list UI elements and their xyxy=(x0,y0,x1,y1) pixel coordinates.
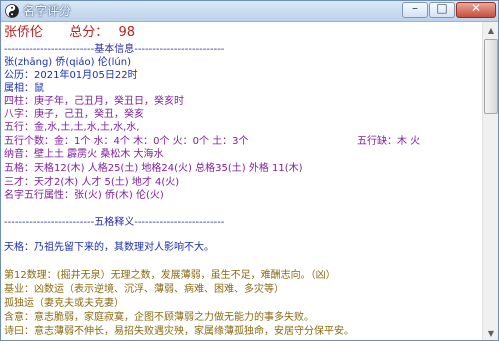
maximize-button[interactable]: □ xyxy=(429,1,455,18)
basis-line: 基业：凶数运（表示逆境、沉浮、薄弱、病难、困难、多灾等） xyxy=(4,284,284,295)
yin-yang-icon xyxy=(5,4,19,18)
close-button[interactable]: ✕ xyxy=(456,1,496,18)
basic-info-header: -------------------------基本信息-----------… xyxy=(4,44,225,55)
pinyin-line: 张(zhāng) 侨(qiáo) 伦(lún) xyxy=(4,57,131,68)
wuge-line: 五格：天格12(木) 人格25(土) 地格24(火) 总格35(土) 外格 11… xyxy=(4,163,303,174)
score-label: 总分： xyxy=(69,25,109,40)
maximize-icon: □ xyxy=(436,1,448,15)
score-line: 张侨伦 总分： 98 xyxy=(4,25,135,40)
wuxing-lack-line: 五行缺：木 火 xyxy=(357,136,421,147)
scroll-thumb[interactable] xyxy=(484,39,498,114)
wuxing-line: 五行：金,水,土,土,水,土,水,水, xyxy=(4,122,140,133)
nayin-line: 纳音：壁上土 霹雳火 桑松木 大海水 xyxy=(4,149,164,160)
zodiac-line: 属相：鼠 xyxy=(4,83,44,94)
minimize-button[interactable]: – xyxy=(402,1,428,18)
four-pillars-line: 四柱：庚子年，己丑月，癸丑日，癸亥时 xyxy=(4,96,184,107)
window-controls: – □ ✕ xyxy=(402,1,496,19)
app-window: 名字评分 – □ ✕ 张侨伦 总分： 98 ------------------… xyxy=(0,0,499,341)
name-wuxing-attr-line: 名字五行属性：张(火) 侨(木) 伦(火) xyxy=(4,190,164,201)
scroll-up-icon[interactable]: ▲ xyxy=(483,22,498,38)
close-icon: ✕ xyxy=(470,1,482,15)
window-title: 名字评分 xyxy=(23,4,72,18)
scroll-down-icon[interactable]: ▼ xyxy=(483,325,498,340)
wuge-explain-header: -------------------------五格释义-----------… xyxy=(4,217,225,228)
vertical-scrollbar[interactable]: ▲ ▼ xyxy=(482,22,498,340)
minimize-icon: – xyxy=(412,1,418,15)
bazi-line: 八字：庚子，己丑，癸丑，癸亥 xyxy=(4,109,144,120)
lonely-line: 孤独运（妻克夫或夫克妻） xyxy=(4,298,124,309)
number-12-line: 第12数理：(掘井无泉）无理之数，发展薄弱，虽生不足，难酬志向。（凶） xyxy=(4,270,336,281)
wuxing-count-line: 五行个数：金：1个 水：4个 木：0个 火：0个 土：3个 xyxy=(4,136,249,147)
title-bar[interactable]: 名字评分 – □ ✕ xyxy=(1,1,498,22)
sancai-line: 三才：天才2(木) 人才 5(土) 地才 4(火) xyxy=(4,177,180,188)
result-text-area[interactable]: 张侨伦 总分： 98 -------------------------基本信息… xyxy=(2,22,481,340)
score-value: 98 xyxy=(118,25,135,40)
poem-line: 诗曰：意志薄弱不伸长，易招失败遇灾殃，家属缘薄孤独命，安居守分保平安。 xyxy=(4,326,354,337)
name-text: 张侨伦 xyxy=(4,25,44,40)
tiange-explain-line: 天格：乃祖先留下来的，其数理对人影响不大。 xyxy=(4,242,214,253)
solar-date-line: 公历：2021年01月05日22时 xyxy=(4,70,138,81)
meaning-line: 含意：意志脆弱，家庭寂寞，企图不顾薄弱之力做无能力的事多失败。 xyxy=(4,312,314,323)
